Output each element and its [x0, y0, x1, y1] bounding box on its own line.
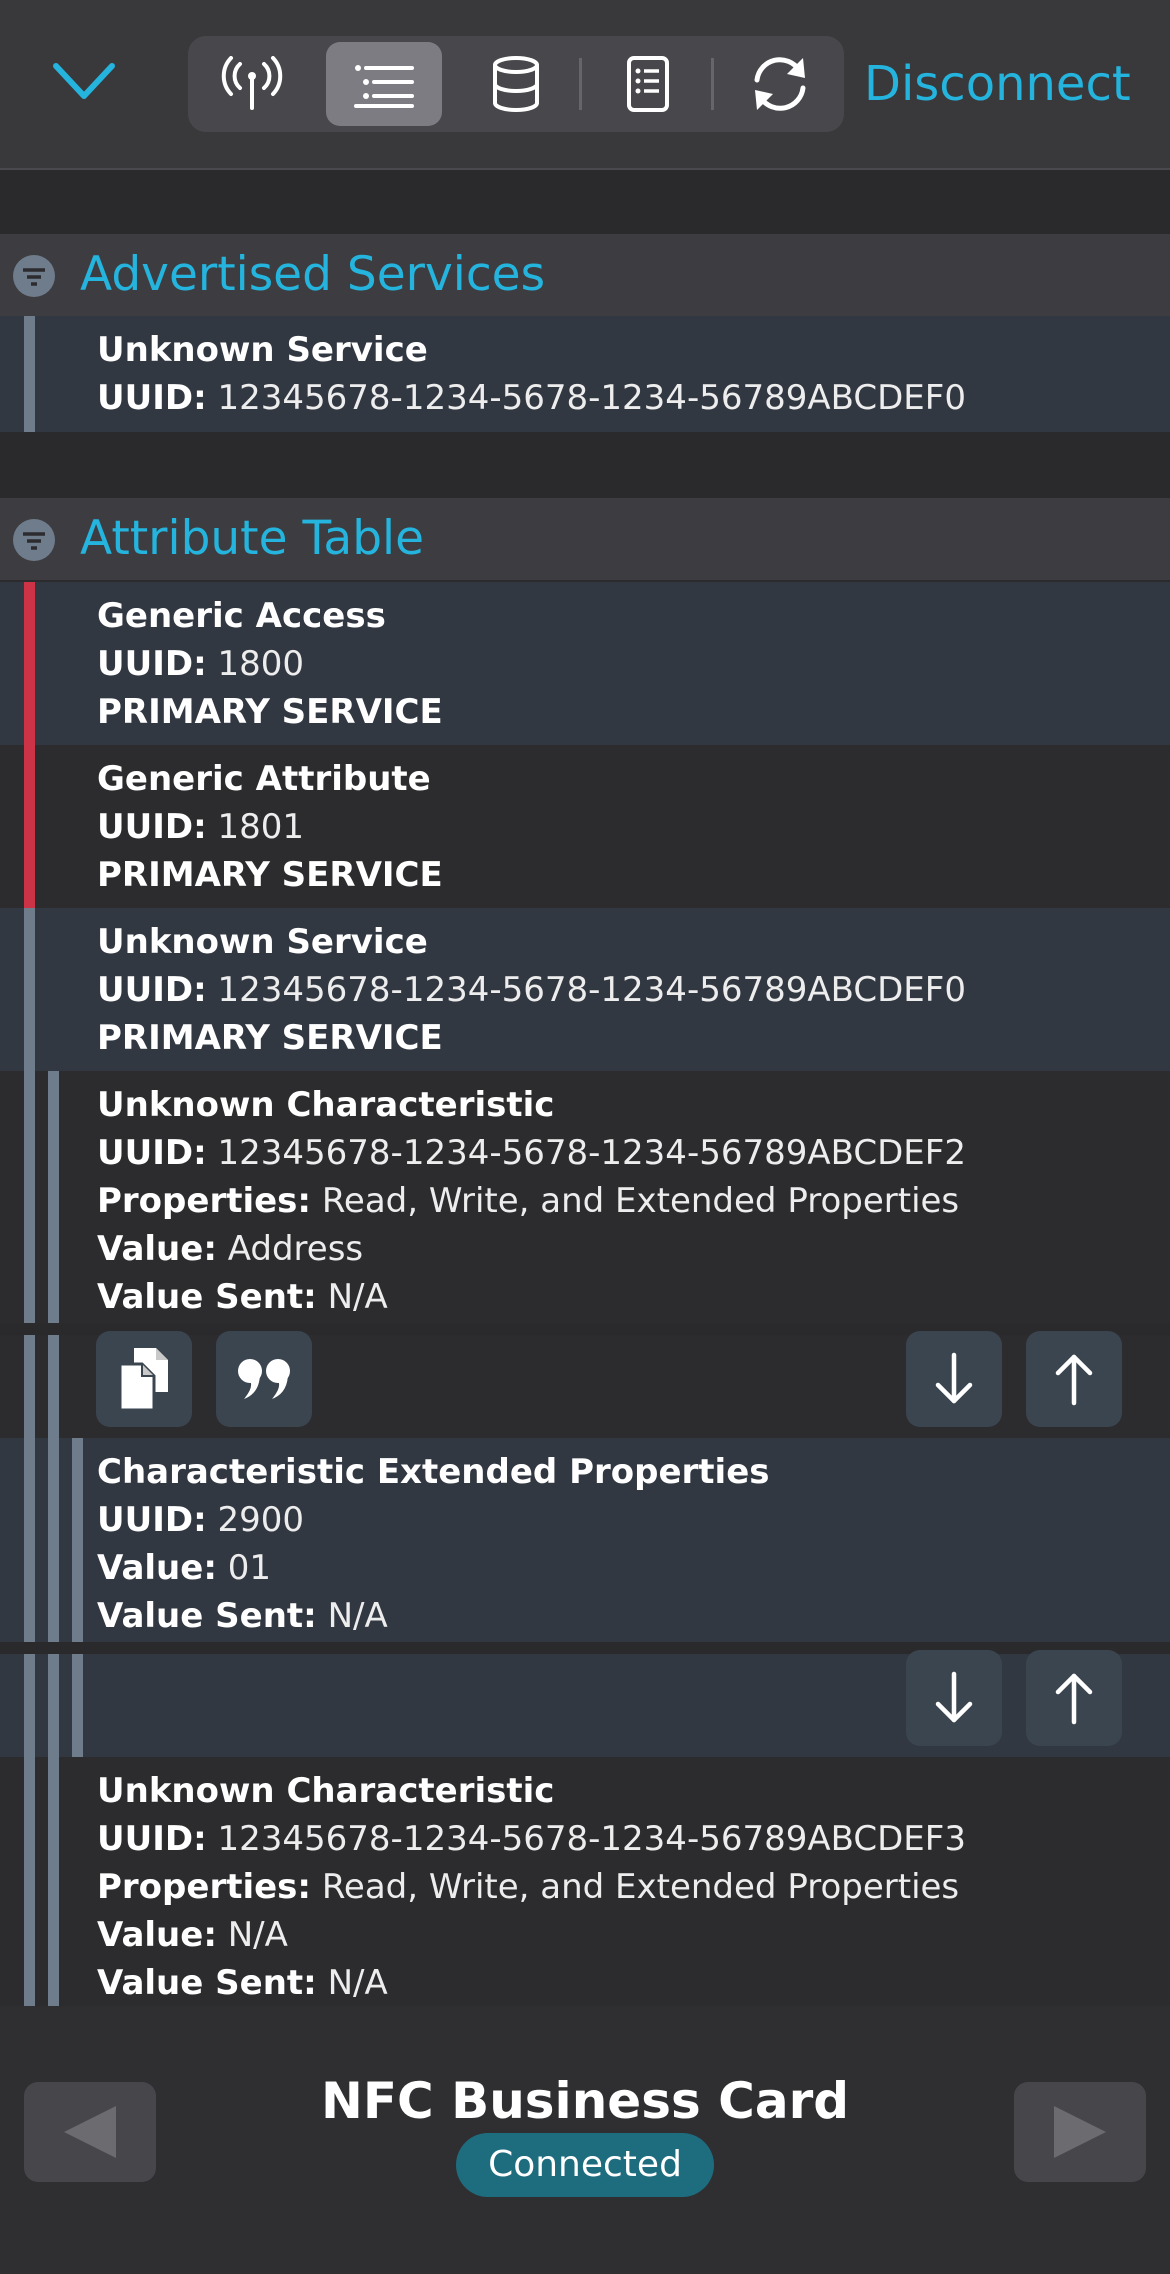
section-header-advertised-services: Advertised Services [0, 234, 1170, 316]
copy-button[interactable] [96, 1331, 192, 1427]
chevron-down-icon[interactable] [48, 54, 120, 110]
segment-attribute-table[interactable] [326, 42, 442, 126]
antenna-icon [221, 56, 283, 110]
descriptor-uuid: UUID: 2900 [97, 1500, 305, 1540]
filter-list-icon[interactable] [12, 518, 56, 562]
characteristic-row[interactable]: Unknown Characteristic UUID: 12345678-12… [0, 1071, 1170, 1438]
segment-refresh[interactable] [722, 42, 838, 126]
read-button[interactable] [906, 1331, 1002, 1427]
characteristic-uuid: UUID: 12345678-1234-5678-1234-56789ABCDE… [97, 1819, 966, 1859]
service-name: Generic Access [97, 596, 386, 636]
service-name: Generic Attribute [97, 759, 431, 799]
advertised-service-row[interactable]: Unknown Service UUID: 12345678-1234-5678… [0, 316, 1170, 432]
arrow-down-icon [935, 1352, 973, 1404]
document-icon [627, 56, 669, 112]
arrow-down-icon [935, 1671, 973, 1723]
service-name: Unknown Service [97, 330, 428, 370]
service-uuid: UUID: 1801 [97, 807, 305, 847]
service-uuid: UUID: 12345678-1234-5678-1234-56789ABCDE… [97, 378, 966, 418]
characteristic-properties: Properties: Read, Write, and Extended Pr… [97, 1181, 960, 1221]
device-name: NFC Business Card [320, 2072, 850, 2130]
bottom-device-bar: NFC Business Card Connected [0, 2006, 1170, 2274]
service-uuid: UUID: 1800 [97, 644, 305, 684]
triangle-right-icon [1054, 2106, 1106, 2158]
view-segmented-control [188, 36, 844, 132]
characteristic-name: Unknown Characteristic [97, 1085, 555, 1125]
service-kind: PRIMARY SERVICE [97, 692, 443, 732]
descriptor-value-sent: Value Sent: N/A [97, 1596, 388, 1636]
service-row-generic-access[interactable]: Generic Access UUID: 1800 PRIMARY SERVIC… [0, 582, 1170, 745]
disconnect-button[interactable]: Disconnect [864, 52, 1131, 116]
arrow-up-icon [1055, 1673, 1093, 1725]
segment-log[interactable] [590, 42, 706, 126]
characteristic-value: Value: N/A [97, 1915, 288, 1955]
characteristic-row[interactable]: Unknown Characteristic UUID: 12345678-12… [0, 1757, 1170, 2006]
service-row-unknown[interactable]: Unknown Service UUID: 12345678-1234-5678… [0, 908, 1170, 1071]
section-header-attribute-table: Attribute Table [0, 498, 1170, 580]
characteristic-uuid: UUID: 12345678-1234-5678-1234-56789ABCDE… [97, 1133, 966, 1173]
descriptor-name: Characteristic Extended Properties [97, 1452, 770, 1492]
segment-database[interactable] [458, 42, 574, 126]
read-button[interactable] [906, 1650, 1002, 1746]
characteristic-value: Value: Address [97, 1229, 364, 1269]
copy-documents-icon [118, 1348, 168, 1412]
database-icon [493, 56, 539, 112]
section-title: Attribute Table [80, 511, 425, 566]
segment-advertisement[interactable] [194, 42, 310, 126]
characteristic-value-sent: Value Sent: N/A [97, 1277, 388, 1317]
next-device-button[interactable] [1014, 2082, 1146, 2182]
service-row-generic-attribute[interactable]: Generic Attribute UUID: 1801 PRIMARY SER… [0, 745, 1170, 908]
filter-list-icon[interactable] [12, 254, 56, 298]
arrow-up-icon [1055, 1354, 1093, 1406]
service-name: Unknown Service [97, 922, 428, 962]
quote-button[interactable] [216, 1331, 312, 1427]
service-uuid: UUID: 12345678-1234-5678-1234-56789ABCDE… [97, 970, 966, 1010]
characteristic-properties: Properties: Read, Write, and Extended Pr… [97, 1867, 960, 1907]
connection-status-badge: Connected [456, 2133, 714, 2197]
refresh-icon [754, 57, 806, 111]
descriptor-value: Value: 01 [97, 1548, 271, 1588]
characteristic-name: Unknown Characteristic [97, 1771, 555, 1811]
list-icon [354, 65, 414, 108]
write-button[interactable] [1026, 1331, 1122, 1427]
characteristic-value-sent: Value Sent: N/A [97, 1963, 388, 2003]
service-kind: PRIMARY SERVICE [97, 855, 443, 895]
service-kind: PRIMARY SERVICE [97, 1018, 443, 1058]
descriptor-row[interactable]: Characteristic Extended Properties UUID:… [0, 1438, 1170, 1757]
write-button[interactable] [1026, 1650, 1122, 1746]
section-title: Advertised Services [80, 247, 546, 302]
quote-icon [238, 1359, 290, 1399]
top-toolbar: Disconnect [0, 0, 1170, 170]
